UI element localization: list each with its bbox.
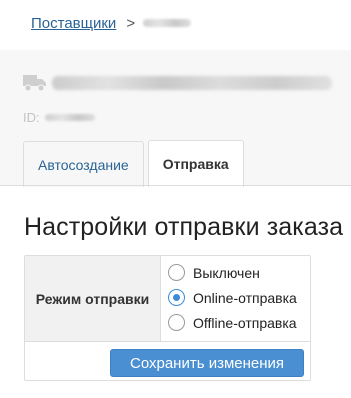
radio-option-offline[interactable]: Offline-отправка [161,310,310,335]
supplier-id-value-redacted [44,114,95,121]
radio-label: Offline-отправка [193,314,297,331]
mode-options: Выключен Online-отправка Offline-отправк… [161,256,310,342]
radio-option-off[interactable]: Выключен [161,260,310,285]
tab-autocreate[interactable]: Автосоздание [23,141,144,187]
tab-sending[interactable]: Отправка [147,140,244,187]
sending-settings-form: Режим отправки Выключен Online-отправка … [24,255,311,381]
supplier-id-label: ID: [23,110,40,125]
mode-label: Режим отправки [25,256,161,342]
radio-button-checked[interactable] [168,289,185,306]
tab-bar: Автосоздание Отправка [23,140,248,187]
breadcrumb: Поставщики > [31,13,192,33]
save-changes-button[interactable]: Сохранить изменения [110,349,304,377]
supplier-header: ID: Автосоздание Отправка [0,50,351,187]
radio-button[interactable] [168,314,185,331]
tabs-divider [0,185,351,186]
radio-label: Online-отправка [193,289,297,306]
radio-button[interactable] [168,264,185,281]
radio-option-online[interactable]: Online-отправка [161,285,310,310]
supplier-id: ID: [23,110,95,125]
radio-label: Выключен [193,264,260,281]
supplier-name-redacted [52,76,332,90]
breadcrumb-separator: > [126,14,136,32]
truck-icon [23,75,46,92]
page-title: Настройки отправки заказа [24,213,344,241]
breadcrumb-current-redacted [143,19,192,27]
breadcrumb-link-suppliers[interactable]: Поставщики [31,15,116,32]
